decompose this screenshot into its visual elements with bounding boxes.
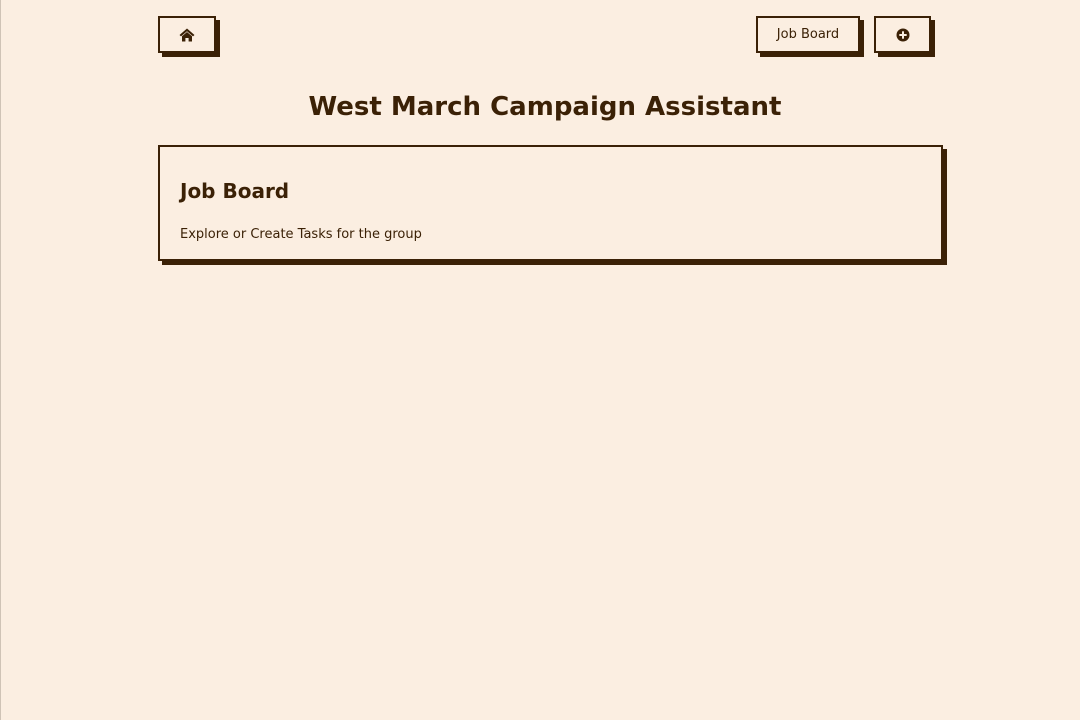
job-board-nav-label: Job Board [776, 27, 840, 42]
add-button[interactable] [874, 16, 931, 53]
home-button[interactable] [158, 16, 216, 53]
job-board-card[interactable]: Job Board Explore or Create Tasks for th… [158, 145, 943, 261]
job-board-nav-button[interactable]: Job Board [756, 16, 860, 53]
card-title: Job Board [180, 179, 290, 203]
page-title: West March Campaign Assistant [308, 92, 782, 122]
card-description: Explore or Create Tasks for the group [180, 227, 422, 242]
top-nav: Job Board [0, 0, 1080, 60]
home-icon [179, 28, 195, 42]
plus-circle-icon [896, 28, 910, 42]
